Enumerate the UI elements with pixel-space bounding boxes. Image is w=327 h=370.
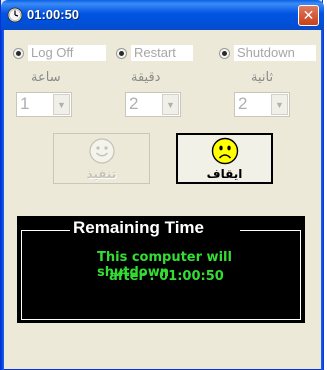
execute-button[interactable]: تنفيذ: [53, 133, 150, 184]
seconds-value: 2: [238, 94, 248, 113]
stop-label: ايقاف: [206, 166, 243, 181]
radio-indicator[interactable]: [219, 47, 230, 59]
remaining-time-panel: Remaining Time This computer will shutdo…: [17, 216, 305, 323]
chevron-down-icon[interactable]: ▼: [271, 94, 288, 115]
hours-label: ساعة: [31, 70, 61, 85]
minutes-label: دقيقة: [131, 70, 161, 85]
chevron-down-icon[interactable]: ▼: [162, 94, 179, 115]
radio-log-off-label: Log Off: [28, 45, 106, 61]
app-window: 01:00:50 ✕ Log Off Restart Shutdown ساعة…: [0, 0, 324, 370]
title-bar[interactable]: 01:00:50 ✕: [1, 0, 324, 30]
close-icon: ✕: [302, 7, 315, 23]
radio-shutdown[interactable]: Shutdown: [219, 44, 316, 62]
radio-shutdown-label: Shutdown: [234, 45, 316, 61]
status-line-2: after : 01:00:50: [109, 269, 224, 284]
panel-title: Remaining Time: [71, 218, 206, 238]
radio-log-off[interactable]: Log Off: [13, 44, 106, 62]
window-frame-right: [321, 30, 324, 370]
seconds-select[interactable]: 2 ▼: [234, 92, 290, 117]
clock-icon: [7, 7, 23, 23]
chevron-down-icon[interactable]: ▼: [53, 94, 70, 115]
radio-indicator[interactable]: [13, 47, 24, 59]
hours-select[interactable]: 1 ▼: [16, 92, 72, 117]
radio-restart-label: Restart: [131, 45, 193, 61]
hours-value: 1: [20, 94, 30, 113]
window-title: 01:00:50: [27, 7, 80, 22]
radio-indicator[interactable]: [116, 47, 127, 59]
window-frame-left: [1, 30, 4, 370]
minutes-select[interactable]: 2 ▼: [125, 92, 181, 117]
smiley-face-icon: [88, 137, 115, 164]
close-button[interactable]: ✕: [298, 5, 319, 26]
sad-face-icon: [211, 137, 238, 164]
execute-label: تنفيذ: [86, 166, 117, 181]
stop-button[interactable]: ايقاف: [176, 133, 273, 184]
radio-restart[interactable]: Restart: [116, 44, 193, 62]
seconds-label: ثانية: [251, 70, 274, 85]
minutes-value: 2: [129, 94, 139, 113]
